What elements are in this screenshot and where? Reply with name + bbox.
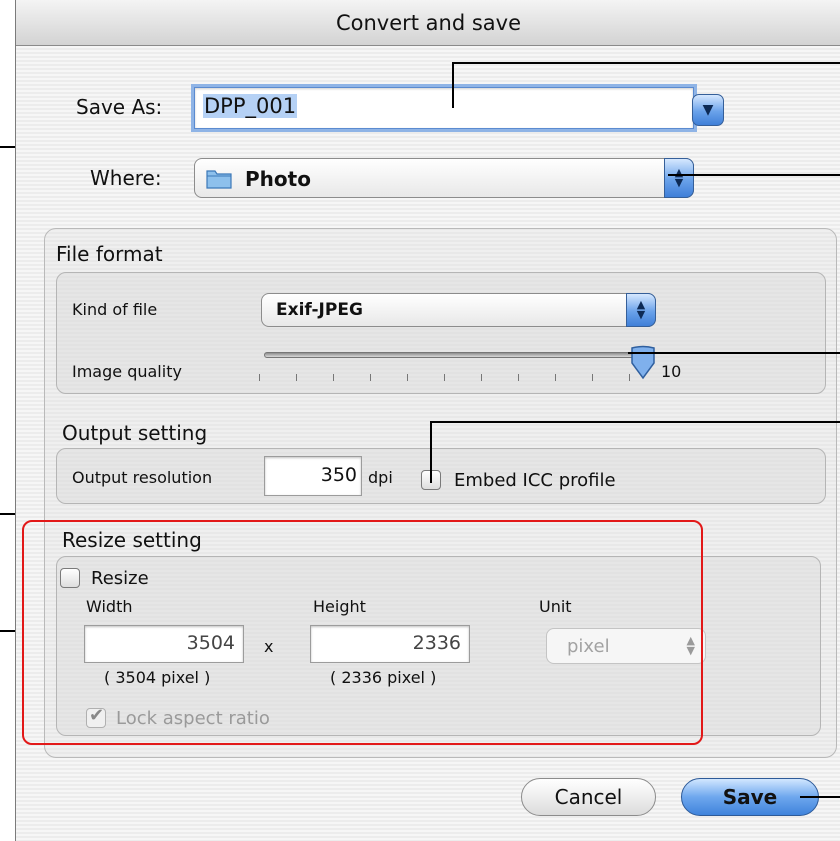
image-quality-value: 10 xyxy=(661,362,682,381)
resize-highlight-box xyxy=(22,520,703,745)
output-setting-title: Output setting xyxy=(62,421,208,445)
callout-line xyxy=(452,62,454,108)
save-button[interactable]: Save xyxy=(681,778,819,816)
cancel-button[interactable]: Cancel xyxy=(521,778,656,816)
callout-line xyxy=(628,352,840,354)
folder-icon xyxy=(206,170,232,189)
slider-tick xyxy=(370,374,371,381)
expand-button[interactable]: ▼ xyxy=(692,94,724,126)
dpi-unit: dpi xyxy=(368,468,393,487)
dialog-title: Convert and save xyxy=(16,0,840,46)
where-value: Photo xyxy=(245,167,311,191)
output-resolution-input[interactable]: 350 xyxy=(264,456,362,496)
callout-line xyxy=(668,174,840,176)
slider-thumb[interactable] xyxy=(629,345,657,381)
slider-tick xyxy=(592,374,593,381)
where-label: Where: xyxy=(90,166,162,190)
slider-tick xyxy=(407,374,408,381)
kind-of-file-value: Exif-JPEG xyxy=(276,300,363,320)
up-down-arrows-icon: ▲ ▼ xyxy=(626,293,656,327)
file-format-title: File format xyxy=(56,242,163,266)
where-popup[interactable]: Photo ▲ ▼ xyxy=(194,158,694,198)
slider-tick xyxy=(296,374,297,381)
embed-icc-label: Embed ICC profile xyxy=(454,470,616,491)
slider-tick xyxy=(444,374,445,381)
callout-line xyxy=(430,421,840,423)
callout-line xyxy=(452,62,840,64)
image-quality-label: Image quality xyxy=(72,362,182,381)
slider-tick xyxy=(481,374,482,381)
slider-tick xyxy=(518,374,519,381)
callout-line xyxy=(430,421,432,483)
kind-of-file-label: Kind of file xyxy=(72,300,158,319)
triangle-down-icon: ▼ xyxy=(702,102,714,118)
save-as-input[interactable]: DPP_001 xyxy=(194,87,694,129)
callout-line xyxy=(800,796,840,798)
save-as-label: Save As: xyxy=(76,95,163,119)
slider-tick xyxy=(333,374,334,381)
slider-tick xyxy=(555,374,556,381)
output-resolution-label: Output resolution xyxy=(72,468,213,487)
slider-tick xyxy=(259,374,260,381)
kind-of-file-popup[interactable]: Exif-JPEG ▲ ▼ xyxy=(261,293,656,327)
up-down-arrows-icon: ▲ ▼ xyxy=(664,158,694,198)
image-quality-slider[interactable] xyxy=(264,352,649,358)
